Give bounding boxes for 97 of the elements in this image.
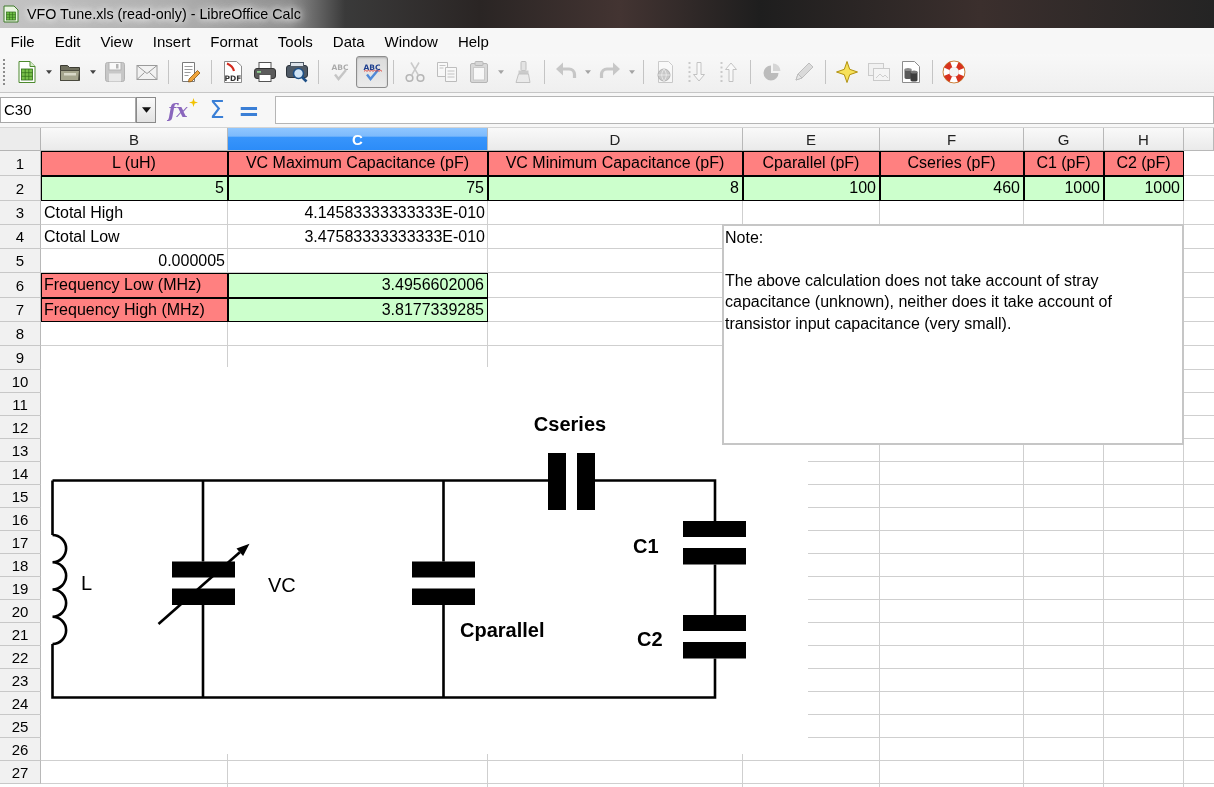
table-cell: Cseries (pF) <box>880 151 1024 176</box>
capacitor-symbol <box>548 453 595 510</box>
caret-icon <box>141 107 151 113</box>
row-header[interactable]: 16 <box>0 508 41 531</box>
row-header[interactable]: 9 <box>0 346 41 370</box>
row-header[interactable]: 4 <box>0 225 41 249</box>
window-title: VFO Tune.xls (read-only) - LibreOffice Calc <box>27 6 301 22</box>
row-header[interactable]: 1 <box>0 151 41 176</box>
row-header[interactable]: 14 <box>0 462 41 485</box>
table-cell-text: Ctotal High <box>43 202 125 223</box>
menu-item[interactable]: File <box>1 29 45 53</box>
spreadsheet-icon <box>3 5 19 23</box>
menu-item[interactable]: Tools <box>268 29 323 53</box>
table-cell: VC Minimum Capacitance (pF) <box>488 151 743 176</box>
table-cell: L (uH) <box>41 151 228 176</box>
table-cell-text: Ctotal Low <box>43 226 121 247</box>
caret-icon <box>498 70 504 74</box>
capacitor-symbol <box>412 561 475 605</box>
column-header[interactable]: D <box>488 128 743 151</box>
component-label: Cseries <box>533 413 607 435</box>
row-header[interactable]: 7 <box>0 298 41 322</box>
column-header[interactable]: H <box>1104 128 1184 151</box>
table-cell: 3.4956602006 <box>228 273 488 298</box>
caret-icon <box>46 70 52 74</box>
row-header[interactable]: 23 <box>0 669 41 692</box>
table-cell: 3.8177339285 <box>228 298 488 322</box>
row-header[interactable]: 15 <box>0 485 41 508</box>
table-cell: 1000 <box>1024 176 1104 201</box>
table-cell: 1000 <box>1104 176 1184 201</box>
clipboard-icon <box>467 60 491 84</box>
note-title: Note: <box>725 228 764 248</box>
sum-button[interactable]: Σ <box>202 96 232 124</box>
row-header[interactable]: 25 <box>0 715 41 738</box>
formula-button[interactable]: = <box>234 96 264 124</box>
spreadsheet-document-icon <box>15 60 39 84</box>
row-header[interactable]: 22 <box>0 646 41 669</box>
menu-item[interactable]: Window <box>375 29 448 53</box>
table-cell: 5 <box>41 176 228 201</box>
table-cell: Cparallel (pF) <box>743 151 880 176</box>
table-cell-text: 0.000005 <box>157 250 226 271</box>
caret-icon <box>585 70 591 74</box>
row-header[interactable]: 3 <box>0 201 41 225</box>
row-header[interactable]: 21 <box>0 623 41 646</box>
select-all-button[interactable] <box>0 128 41 151</box>
formula-input-field[interactable] <box>275 96 1214 124</box>
menu-item[interactable]: Insert <box>143 29 200 53</box>
row-header[interactable]: 20 <box>0 600 41 623</box>
column-header[interactable]: E <box>743 128 880 151</box>
table-cell: VC Maximum Capacitance (pF) <box>228 151 488 176</box>
table-cell: Frequency High (MHz) <box>41 298 228 322</box>
name-box-dropdown-button[interactable] <box>136 97 156 123</box>
row-header[interactable]: 19 <box>0 577 41 600</box>
row-header[interactable]: 5 <box>0 249 41 273</box>
table-cell-text: 4.14583333333333E-010 <box>303 202 486 223</box>
caret-icon <box>90 70 96 74</box>
row-header[interactable]: 2 <box>0 176 41 201</box>
row-header[interactable]: 13 <box>0 439 41 462</box>
table-cell: 100 <box>743 176 880 201</box>
row-header[interactable]: 6 <box>0 273 41 298</box>
table-cell: Frequency Low (MHz) <box>41 273 228 298</box>
component-label: C2 <box>637 628 663 650</box>
capacitor-symbol <box>683 521 746 565</box>
table-cell: C1 (pF) <box>1024 151 1104 176</box>
row-header[interactable]: 8 <box>0 322 41 346</box>
component-label: C1 <box>633 535 659 557</box>
row-header[interactable]: 24 <box>0 692 41 715</box>
column-header[interactable] <box>1184 128 1214 151</box>
table-cell: 75 <box>228 176 488 201</box>
function-wizard-button[interactable]: fx <box>166 96 198 124</box>
menu-item[interactable]: View <box>91 29 143 53</box>
table-cell: C2 (pF) <box>1104 151 1184 176</box>
table-cell-text: 3.47583333333333E-010 <box>303 226 486 247</box>
row-header[interactable]: 27 <box>0 761 41 784</box>
column-header[interactable]: B <box>41 128 228 151</box>
caret-icon <box>629 70 635 74</box>
name-box-field[interactable]: C30 <box>0 97 136 123</box>
row-header[interactable]: 12 <box>0 416 41 439</box>
toolbar-grip[interactable] <box>3 59 6 85</box>
menu-item[interactable]: Data <box>323 29 375 53</box>
sparkle-icon <box>189 98 198 107</box>
table-cell: 460 <box>880 176 1024 201</box>
column-header[interactable]: F <box>880 128 1024 151</box>
row-header[interactable]: 11 <box>0 393 41 416</box>
component-label: L <box>81 572 93 594</box>
row-header[interactable]: 10 <box>0 370 41 393</box>
menu-item[interactable]: Help <box>448 29 499 53</box>
column-header[interactable]: G <box>1024 128 1104 151</box>
component-label: VC <box>268 574 296 596</box>
row-header[interactable]: 26 <box>0 738 41 761</box>
row-header[interactable]: 17 <box>0 531 41 554</box>
menu-item[interactable]: Edit <box>45 29 91 53</box>
capacitor-symbol <box>683 615 746 659</box>
table-cell: 8 <box>488 176 743 201</box>
component-label: Cparallel <box>460 619 545 641</box>
note-text: The above calculation does not take account of stray capacitance (unknown), neither does it take account of transistor input capacitance (very small). <box>725 270 1113 334</box>
row-header[interactable]: 18 <box>0 554 41 577</box>
menu-item[interactable]: Format <box>200 29 268 53</box>
